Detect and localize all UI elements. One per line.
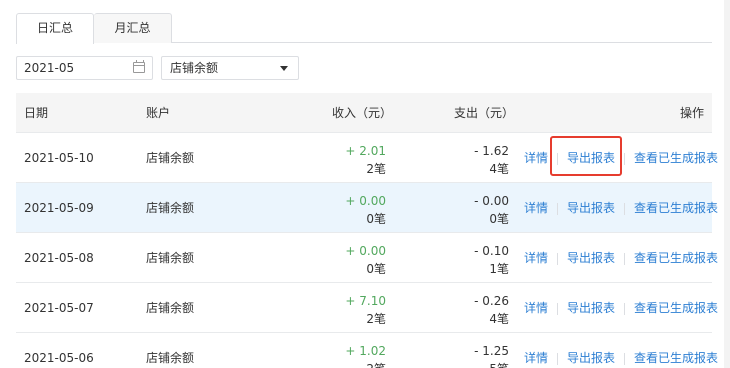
row-actions: 详情 导出报表 查看已生成报表 <box>524 233 718 283</box>
row-expense: - 0.26 4笔 <box>474 293 509 327</box>
row-account: 店铺余额 <box>146 201 195 215</box>
row-expense: - 1.62 4笔 <box>474 143 509 177</box>
table-row: 2021-05-08 店铺余额 + 0.00 0笔 - 0.10 1笔 详情 导出报表… <box>16 233 718 283</box>
expense-amount: - 0.00 <box>474 194 509 208</box>
header-actions: 操作 <box>679 106 704 120</box>
export-report-link[interactable]: 导出报表 <box>567 351 615 365</box>
row-date: 2021-05-09 <box>24 201 94 215</box>
account-select[interactable]: 店铺余额 <box>161 56 299 80</box>
expense-count: 4笔 <box>489 312 509 326</box>
income-count: 2笔 <box>366 162 386 176</box>
table-row: 2021-05-06 店铺余额 + 1.02 2笔 - 1.25 5笔 详情 导出报表… <box>16 333 718 368</box>
header-account: 账户 <box>146 106 171 120</box>
income-count: 0笔 <box>366 212 386 226</box>
income-count: 2笔 <box>366 312 386 326</box>
export-report-link[interactable]: 导出报表 <box>567 301 615 315</box>
caret-down-icon <box>280 66 288 71</box>
income-amount: + 0.00 <box>345 194 386 208</box>
expense-amount: - 1.62 <box>474 144 509 158</box>
view-generated-reports-link[interactable]: 查看已生成报表 <box>634 201 718 215</box>
content-panel: 日汇总 月汇总 2021-05 店铺余额 日期 账户 收入（元） 支出（元） 操… <box>0 0 724 368</box>
header-date: 日期 <box>24 106 49 120</box>
divider <box>624 152 626 165</box>
row-expense: - 1.25 5笔 <box>474 343 509 368</box>
expense-amount: - 0.10 <box>474 244 509 258</box>
row-income: + 0.00 0笔 <box>345 193 386 227</box>
detail-link[interactable]: 详情 <box>524 351 548 365</box>
row-actions: 详情 导出报表 查看已生成报表 <box>524 283 718 333</box>
row-account: 店铺余额 <box>146 301 195 315</box>
expense-count: 5笔 <box>474 361 509 368</box>
export-report-link[interactable]: 导出报表 <box>567 201 615 215</box>
row-expense: - 0.00 0笔 <box>474 193 509 227</box>
row-income: + 0.00 0笔 <box>345 243 386 277</box>
tab-monthly-summary[interactable]: 月汇总 <box>94 13 172 43</box>
detail-link[interactable]: 详情 <box>524 251 548 265</box>
detail-link[interactable]: 详情 <box>524 201 548 215</box>
table-row: 2021-05-07 店铺余额 + 7.10 2笔 - 0.26 4笔 详情 导出报表… <box>16 283 718 333</box>
divider <box>557 302 559 315</box>
tab-daily-summary[interactable]: 日汇总 <box>16 13 94 44</box>
detail-link[interactable]: 详情 <box>524 301 548 315</box>
row-actions: 详情 导出报表 查看已生成报表 <box>524 183 718 233</box>
view-generated-reports-link[interactable]: 查看已生成报表 <box>634 301 718 315</box>
divider <box>624 302 626 315</box>
view-generated-reports-link[interactable]: 查看已生成报表 <box>634 251 718 265</box>
month-picker-value: 2021-05 <box>24 61 75 75</box>
row-expense: - 0.10 1笔 <box>474 243 509 277</box>
divider <box>624 202 626 215</box>
row-date: 2021-05-06 <box>24 351 94 365</box>
income-count: 0笔 <box>366 262 386 276</box>
income-amount: + 0.00 <box>345 244 386 258</box>
expense-count: 0笔 <box>489 212 509 226</box>
header-income: 收入（元） <box>331 106 392 120</box>
row-income: + 1.02 2笔 <box>345 343 386 368</box>
divider <box>624 252 626 265</box>
export-report-link[interactable]: 导出报表 <box>567 251 615 265</box>
account-select-value: 店铺余额 <box>170 61 219 75</box>
row-date: 2021-05-08 <box>24 251 94 265</box>
divider <box>624 352 626 365</box>
row-actions: 详情 导出报表 查看已生成报表 <box>524 333 718 368</box>
summary-tabs: 日汇总 月汇总 <box>16 13 712 44</box>
income-count: 2笔 <box>345 361 386 368</box>
expense-amount: - 0.26 <box>474 294 509 308</box>
income-amount: + 2.01 <box>345 144 386 158</box>
month-picker[interactable]: 2021-05 <box>16 56 153 80</box>
row-date: 2021-05-10 <box>24 151 94 165</box>
header-expense: 支出（元） <box>453 106 514 120</box>
income-amount: + 7.10 <box>345 294 386 308</box>
income-amount: + 1.02 <box>345 344 386 358</box>
divider <box>557 352 559 365</box>
row-account: 店铺余额 <box>146 251 195 265</box>
view-generated-reports-link[interactable]: 查看已生成报表 <box>634 351 718 365</box>
detail-link[interactable]: 详情 <box>524 151 548 165</box>
export-highlight-box <box>550 136 622 176</box>
expense-count: 4笔 <box>489 162 509 176</box>
row-account: 店铺余额 <box>146 151 195 165</box>
table-row: 2021-05-09 店铺余额 + 0.00 0笔 - 0.00 0笔 详情 导出报表… <box>16 183 718 233</box>
row-date: 2021-05-07 <box>24 301 94 315</box>
expense-amount: - 1.25 <box>474 344 509 358</box>
divider <box>557 202 559 215</box>
divider <box>557 252 559 265</box>
expense-count: 1笔 <box>489 262 509 276</box>
row-account: 店铺余额 <box>146 351 195 365</box>
row-income: + 2.01 2笔 <box>345 143 386 177</box>
row-income: + 7.10 2笔 <box>345 293 386 327</box>
calendar-icon <box>133 60 145 73</box>
table-header: 日期 账户 收入（元） 支出（元） 操作 <box>16 93 712 133</box>
daily-summary-table: 日期 账户 收入（元） 支出（元） 操作 2021-05-10 店铺余额 + 2… <box>16 93 718 368</box>
view-generated-reports-link[interactable]: 查看已生成报表 <box>634 151 718 165</box>
